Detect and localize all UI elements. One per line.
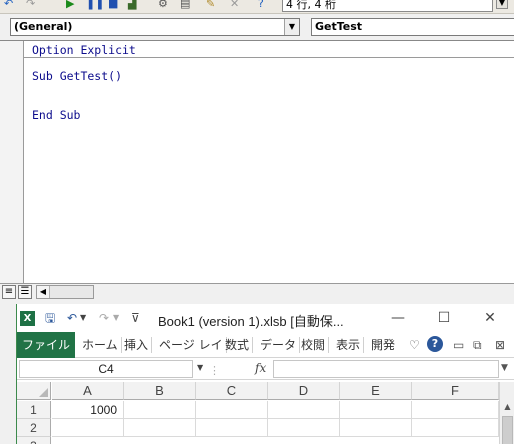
help-icon[interactable]: ? [427,336,443,352]
scroll-left-icon[interactable]: ◀ [37,286,50,298]
redo-icon[interactable]: ↷ [26,0,35,9]
properties-icon[interactable]: ▤ [180,0,190,9]
insert-function-icon[interactable]: fx [255,361,266,375]
undo-icon[interactable]: ↶ [67,311,77,325]
column-header-c[interactable]: C [196,382,268,400]
tab-page-layout[interactable]: ページ レイ [156,337,227,353]
break-icon[interactable]: ❚❚ [86,0,104,9]
tell-me-icon[interactable]: ♡ [409,337,420,353]
cell-f1[interactable] [412,401,499,419]
column-header-e[interactable]: E [340,382,412,400]
cell-b2[interactable] [124,419,196,437]
cell-d2[interactable] [268,419,340,437]
procedure-combo-value: GetTest [315,20,363,33]
object-combo[interactable]: (General) ▼ [10,18,300,36]
cell-c2[interactable] [196,419,268,437]
vertical-scrollbar[interactable]: ▲ [499,382,514,444]
undo-icon[interactable]: ↶ [4,0,13,9]
save-icon[interactable]: 🖫 [45,311,55,325]
toolbar-options-icon[interactable]: ▼ [496,0,508,9]
excel-logo-icon[interactable]: X [20,311,35,326]
column-header-d[interactable]: D [268,382,340,400]
code-line-sub[interactable]: Sub GetTest() [32,69,122,83]
procedure-separator [24,57,514,58]
select-all-icon [39,388,48,397]
close-workbook-icon[interactable]: ⊠ [495,337,505,353]
row-header-2[interactable]: 2 [17,419,51,437]
ribbon-collapse-icon[interactable]: ▭ [453,337,464,353]
run-icon[interactable]: ▶ [66,0,74,9]
help-icon[interactable]: ? [258,0,264,9]
cell-d1[interactable] [268,401,340,419]
cell-b1[interactable] [124,401,196,419]
cell-c1[interactable] [196,401,268,419]
redo-dropdown-icon[interactable]: ▼ [113,311,119,325]
toolbox-icon[interactable]: ✕ [230,0,239,9]
worksheet-grid: A B C D E F 1 2 3 1000 ▲ [17,382,514,444]
project-explorer-icon[interactable]: ⚙ [158,0,168,9]
tab-view[interactable]: 表示 [333,337,365,353]
tab-review[interactable]: 校閲 [298,337,330,353]
excel-titlebar: X 🖫 ↶ ▼ ↷ ▼ ⊽ Book1 (version 1).xlsb [自動… [17,304,514,332]
object-browser-icon[interactable]: ✎ [206,0,215,9]
undo-dropdown-icon[interactable]: ▼ [80,311,86,325]
name-box[interactable]: C4 [19,360,193,378]
formula-bar-separator-icon: ⋮ [209,364,220,377]
combo-row: (General) ▼ GetTest [0,14,514,40]
excel-window: X 🖫 ↶ ▼ ↷ ▼ ⊽ Book1 (version 1).xlsb [自動… [16,304,514,444]
minimize-icon[interactable]: — [387,308,409,328]
chevron-down-icon[interactable]: ▼ [284,19,299,35]
procedure-view-icon[interactable]: ≡ [2,285,16,299]
customize-qat-icon[interactable]: ⊽ [131,311,140,325]
tab-file[interactable]: ファイル [17,332,75,358]
row-header-1[interactable]: 1 [17,401,51,419]
cell-a2[interactable] [52,419,124,437]
restore-window-icon[interactable]: ⧉ [473,337,482,353]
cell-e2[interactable] [340,419,412,437]
tab-data[interactable]: データ [257,337,301,353]
code-margin[interactable] [0,41,24,286]
object-combo-value: (General) [14,20,73,33]
formula-bar: C4 ▼ ⋮ fx ▼ [17,358,514,380]
window-title: Book1 (version 1).xlsb [自動保... [158,314,344,329]
code-line-option-explicit[interactable]: Option Explicit [32,43,136,57]
row-header-3[interactable]: 3 [17,437,51,444]
redo-icon[interactable]: ↷ [99,311,109,325]
column-header-f[interactable]: F [412,382,499,400]
scroll-thumb[interactable] [502,416,513,444]
close-icon[interactable]: ✕ [479,308,501,328]
design-mode-icon[interactable]: ▟ [128,0,136,9]
cell-f2[interactable] [412,419,499,437]
cell-a1[interactable]: 1000 [52,401,124,419]
name-box-dropdown-icon[interactable]: ▼ [197,363,203,372]
select-all-corner[interactable] [17,382,51,400]
tab-home[interactable]: ホーム [79,337,122,353]
code-bottom-bar: ≡ ☰ ◀ [0,283,514,300]
formula-input[interactable] [273,360,499,378]
tab-formulas[interactable]: 数式 [222,337,254,353]
ribbon-tabs: ファイル ホーム 挿入 ページ レイ 数式 データ 校閲 表示 開発 ♡ ? ▭… [17,332,514,358]
procedure-combo[interactable]: GetTest [311,18,514,36]
tab-insert[interactable]: 挿入 [121,337,153,353]
horizontal-scrollbar[interactable]: ◀ [36,285,94,299]
scroll-up-icon[interactable]: ▲ [500,400,514,414]
cell-e1[interactable] [340,401,412,419]
maximize-icon[interactable]: ☐ [433,308,455,328]
code-line-end-sub[interactable]: End Sub [32,108,80,122]
column-header-a[interactable]: A [52,382,124,400]
vbe-toolbar: ↶ ↷ ▶ ❚❚ ■ ▟ ⚙ ▤ ✎ ✕ ? 4 行, 4 桁 ▼ [0,0,514,14]
tab-developer[interactable]: 開発 [368,337,398,353]
expand-formula-icon[interactable]: ▼ [501,363,508,373]
reset-icon[interactable]: ■ [108,0,118,9]
column-header-b[interactable]: B [124,382,196,400]
screen: ↶ ↷ ▶ ❚❚ ■ ▟ ⚙ ▤ ✎ ✕ ? 4 行, 4 桁 ▼ (Gener… [0,0,514,444]
code-window[interactable]: Option Explicit Sub GetTest() End Sub [0,40,514,286]
full-module-view-icon[interactable]: ☰ [18,285,32,299]
cursor-position: 4 行, 4 桁 [282,0,493,12]
